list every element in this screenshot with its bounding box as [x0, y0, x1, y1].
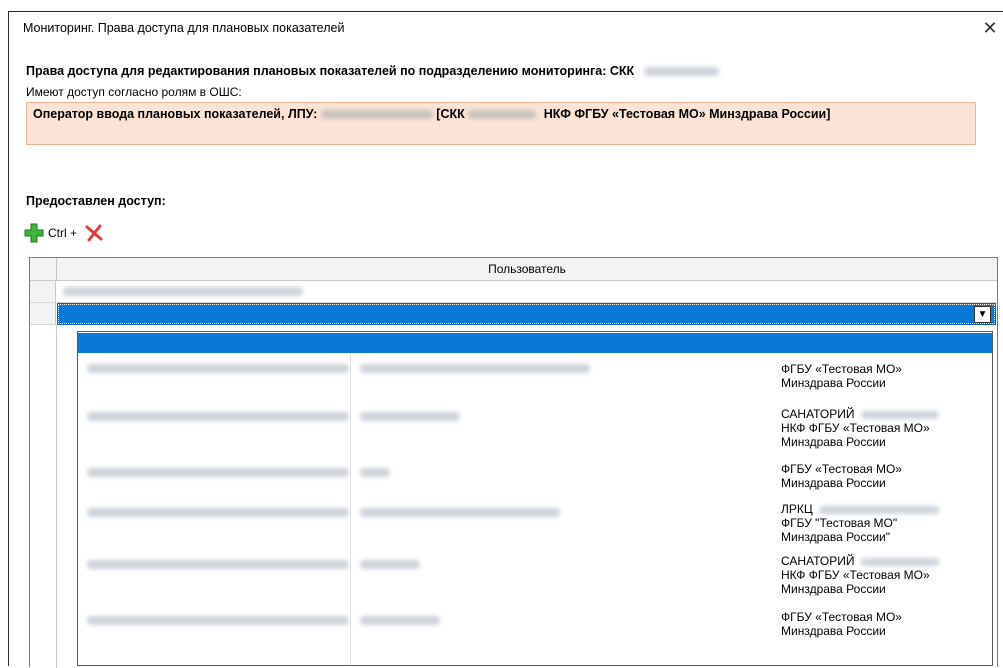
- list-item[interactable]: ФГБУ «Тестовая МО» Минздрава России: [78, 610, 992, 658]
- toolbar: Ctrl +: [24, 221, 103, 245]
- redacted-user-name: [63, 287, 303, 296]
- org-name: ЛРКЦ ФГБУ "Тестовая МО" Минздрава России…: [781, 502, 981, 544]
- user-dropdown-list[interactable]: ФГБУ «Тестовая МО» Минздрава России САНА…: [77, 331, 993, 666]
- org-line-2: Минздрава России: [781, 624, 886, 638]
- redacted-user-name: [360, 364, 590, 373]
- delete-x-icon[interactable]: [85, 224, 103, 242]
- role-prefix: Оператор ввода плановых показателей, ЛПУ…: [33, 107, 318, 121]
- heading-text: Права доступа для редактирования плановы…: [26, 64, 635, 78]
- list-item[interactable]: ЛРКЦ ФГБУ "Тестовая МО" Минздрава России…: [78, 502, 992, 558]
- row-selector[interactable]: [30, 303, 56, 325]
- org-line-1: ФГБУ «Тестовая МО»: [781, 362, 902, 376]
- sub-heading: Имеют доступ согласно ролям в ОШС:: [26, 85, 242, 99]
- redacted-user-name: [360, 468, 390, 477]
- row-selector[interactable]: [30, 281, 56, 303]
- redacted-guid: [87, 364, 349, 373]
- redacted-user-name: [360, 560, 420, 569]
- window-title: Мониторинг. Права доступа для плановых п…: [23, 21, 345, 35]
- org-name: ФГБУ «Тестовая МО» Минздрава России: [781, 362, 981, 390]
- granted-access-label: Предоставлен доступ:: [26, 194, 166, 208]
- page-heading: Права доступа для редактирования плановы…: [26, 64, 719, 78]
- org-name: ФГБУ «Тестовая МО» Минздрава России: [781, 462, 981, 490]
- list-item[interactable]: ФГБУ «Тестовая МО» Минздрава России: [78, 358, 992, 406]
- combo-dropdown-button[interactable]: ▼: [974, 306, 991, 323]
- grid-header: Пользователь: [30, 258, 997, 281]
- org-line-1: САНАТОРИЙ: [781, 554, 855, 568]
- add-plus-icon[interactable]: [24, 223, 44, 243]
- redacted-guid: [87, 468, 349, 477]
- redacted-org-name: [818, 505, 939, 514]
- org-line-2: НКФ ФГБУ «Тестовая МО»: [781, 421, 930, 435]
- redacted-user-name: [360, 508, 560, 517]
- list-item[interactable]: САНАТОРИЙ НКФ ФГБУ «Тестовая МО» Минздра…: [78, 554, 992, 610]
- org-name: САНАТОРИЙ НКФ ФГБУ «Тестовая МО» Минздра…: [781, 407, 981, 449]
- org-line-2: Минздрава России: [781, 376, 886, 390]
- title-bar: Мониторинг. Права доступа для плановых п…: [9, 12, 1003, 42]
- user-cell[interactable]: [57, 281, 997, 303]
- org-line-3: Минздрава России: [781, 582, 886, 596]
- org-line-3: Минздрава России: [781, 435, 886, 449]
- org-line-1: САНАТОРИЙ: [781, 407, 855, 421]
- close-button[interactable]: ✕: [977, 16, 1003, 40]
- redacted-user-name: [360, 616, 440, 625]
- table-row[interactable]: [30, 281, 997, 303]
- grid-corner: [30, 258, 57, 280]
- org-line-1: ФГБУ «Тестовая МО»: [781, 610, 902, 624]
- redacted-unit-name: [643, 67, 719, 77]
- org-line-2: ФГБУ "Тестовая МО": [781, 516, 898, 530]
- role-info-box: Оператор ввода плановых показателей, ЛПУ…: [26, 102, 976, 145]
- org-line-1: ЛРКЦ: [781, 502, 813, 516]
- ctrl-shortcut-label: Ctrl +: [48, 226, 78, 240]
- user-combobox[interactable]: ▼: [57, 303, 996, 325]
- redacted-person-name: [320, 110, 433, 120]
- redacted-guid: [87, 616, 349, 625]
- redacted-guid: [87, 508, 349, 517]
- role-mid: [СКК: [436, 107, 465, 121]
- row-selector-strip: [56, 325, 57, 668]
- org-name: САНАТОРИЙ НКФ ФГБУ «Тестовая МО» Минздра…: [781, 554, 981, 596]
- role-suffix: НКФ ФГБУ «Тестовая МО» Минздрава России]: [543, 107, 831, 121]
- redacted-guid: [87, 412, 349, 421]
- redacted-org-name: [860, 410, 939, 419]
- org-line-2: НКФ ФГБУ «Тестовая МО»: [781, 568, 930, 582]
- redacted-guid: [87, 560, 349, 569]
- table-row-editing[interactable]: ▼: [30, 303, 997, 325]
- redacted-org-name: [860, 557, 939, 566]
- org-line-3: Минздрава России": [781, 530, 890, 544]
- list-item[interactable]: САНАТОРИЙ НКФ ФГБУ «Тестовая МО» Минздра…: [78, 406, 992, 462]
- redacted-user-name: [360, 412, 460, 421]
- org-name: ФГБУ «Тестовая МО» Минздрава России: [781, 610, 981, 638]
- org-line-1: ФГБУ «Тестовая МО»: [781, 462, 902, 476]
- dropdown-selected-item[interactable]: [78, 333, 992, 353]
- redacted-unit-name: [468, 110, 537, 120]
- column-header-user[interactable]: Пользователь: [57, 258, 997, 280]
- org-line-2: Минздрава России: [781, 476, 886, 490]
